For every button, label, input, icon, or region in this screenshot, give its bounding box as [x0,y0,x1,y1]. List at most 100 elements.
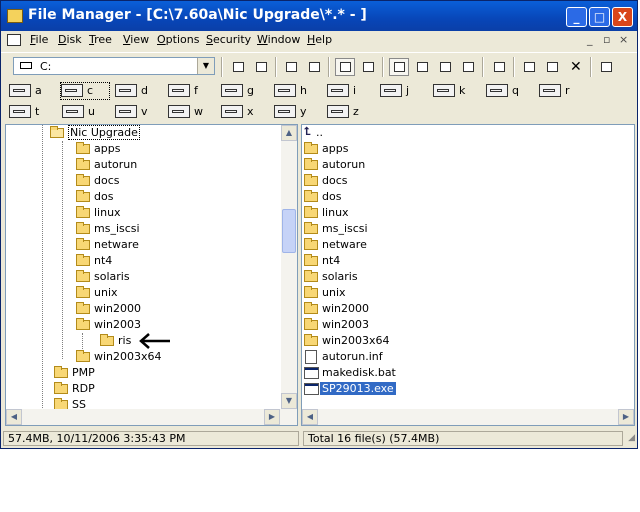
disconnect-network-button[interactable] [304,58,324,76]
scroll-thumb[interactable] [282,209,296,253]
sort-by-name-button[interactable] [389,58,409,76]
scroll-right-button[interactable]: ▶ [264,409,280,425]
scroll-right-button[interactable]: ▶ [618,409,634,425]
connect-network-button[interactable] [281,58,301,76]
sort-by-size-button[interactable] [435,58,455,76]
mdi-close-button[interactable]: × [619,33,628,46]
resize-grip-icon[interactable]: ◢ [628,433,635,443]
tree-line [82,333,83,349]
scroll-left-button[interactable]: ◀ [302,409,318,425]
folder-icon [76,142,90,154]
program-file-icon [304,383,319,395]
folder-icon [76,222,90,234]
drive-g[interactable]: g [221,83,261,99]
drive-r[interactable]: r [539,83,579,99]
folder-open-icon [50,126,64,138]
window-title: File Manager - [C:\7.60a\Nic Upgrade\*.*… [28,7,367,23]
menu-help[interactable]: Help [307,33,332,46]
drive-w[interactable]: w [168,104,208,120]
menu-options[interactable]: Options [157,33,199,46]
title-bar[interactable]: File Manager - [C:\7.60a\Nic Upgrade\*.*… [1,1,637,31]
drive-t[interactable]: t [9,104,49,120]
scroll-left-button[interactable]: ◀ [6,409,22,425]
folder-icon [76,238,90,250]
large-icons-view-button[interactable] [335,58,355,76]
mdi-restore-button[interactable]: ▫ [603,33,610,46]
drive-icon [115,84,137,97]
folder-icon [76,190,90,202]
drive-j[interactable]: j [380,83,420,99]
close-button[interactable]: X [612,7,633,27]
menu-tree[interactable]: Tree [89,33,112,46]
folder-icon [76,254,90,266]
chevron-down-icon[interactable]: ▼ [197,58,214,74]
drive-k[interactable]: k [433,83,473,99]
drive-u[interactable]: u [62,104,102,120]
drive-q[interactable]: q [486,83,526,99]
drive-v[interactable]: v [115,104,155,120]
drive-d[interactable]: d [115,83,155,99]
list-horizontal-scrollbar[interactable]: ◀ ▶ [302,409,634,425]
drive-icon [221,105,243,118]
folder-icon [304,270,318,282]
sort-by-date-button[interactable] [458,58,478,76]
menu-view[interactable]: View [123,33,149,46]
drive-i[interactable]: i [327,83,367,99]
menu-file[interactable]: File [30,33,48,46]
folder-icon [304,206,318,218]
drive-x[interactable]: x [221,104,261,120]
scroll-down-button[interactable]: ▼ [281,393,297,409]
drive-icon [115,105,137,118]
delete-button[interactable]: ✕ [566,58,586,76]
drive-icon [274,105,296,118]
toolbar-separator [328,57,330,77]
file-cabinet-icon[interactable] [7,9,23,23]
file-list-pane[interactable]: ⮤.. apps autorun docs dos linux ms_iscsi… [301,124,635,426]
drive-y[interactable]: y [274,104,314,120]
drive-bar: a c d f g h i j k q r t u v w x y z [1,81,637,121]
status-selection-info: 57.4MB, 10/11/2006 3:35:43 PM [3,431,299,446]
drive-z[interactable]: z [327,104,367,120]
drive-icon [380,84,402,97]
toolbar-separator [482,57,484,77]
mdi-minimize-button[interactable]: _ [587,33,593,46]
scroll-up-button[interactable]: ▲ [281,125,297,141]
copy-button[interactable] [519,58,539,76]
details-view-button[interactable] [358,58,378,76]
drive-icon [274,84,296,97]
document-file-icon [305,350,317,364]
folder-icon [76,350,90,362]
drive-f[interactable]: f [168,83,208,99]
folder-icon [304,334,318,346]
folder-icon [76,174,90,186]
drive-select[interactable]: C: ▼ [13,57,215,75]
tree-line [42,125,43,408]
properties-button[interactable] [596,58,616,76]
connect-drive-button[interactable] [228,58,248,76]
disconnect-drive-button[interactable] [251,58,271,76]
drive-icon [539,84,561,97]
program-file-icon [304,367,319,379]
maximize-button[interactable]: □ [589,7,610,27]
tree-pane[interactable]: Nic Upgrade apps autorun docs dos linux … [5,124,298,426]
new-window-button[interactable] [489,58,509,76]
folder-icon [304,238,318,250]
folder-icon [76,158,90,170]
drive-h[interactable]: h [274,83,314,99]
menu-window[interactable]: Window [257,33,300,46]
tree-horizontal-scrollbar[interactable]: ◀ ▶ [6,409,297,425]
menu-security[interactable]: Security [206,33,251,46]
folder-icon [76,206,90,218]
move-button[interactable] [542,58,562,76]
drive-c[interactable]: c [60,82,110,100]
drive-a[interactable]: a [9,83,49,99]
menu-disk[interactable]: Disk [58,33,82,46]
tree-vertical-scrollbar[interactable]: ▲ ▼ [281,125,297,409]
sort-by-type-button[interactable] [412,58,432,76]
document-icon[interactable] [7,34,21,46]
minimize-button[interactable]: _ [566,7,587,27]
folder-icon [304,254,318,266]
toolbar-separator [275,57,277,77]
folder-icon [304,286,318,298]
toolbar: C: ▼ ✕ [1,52,637,82]
